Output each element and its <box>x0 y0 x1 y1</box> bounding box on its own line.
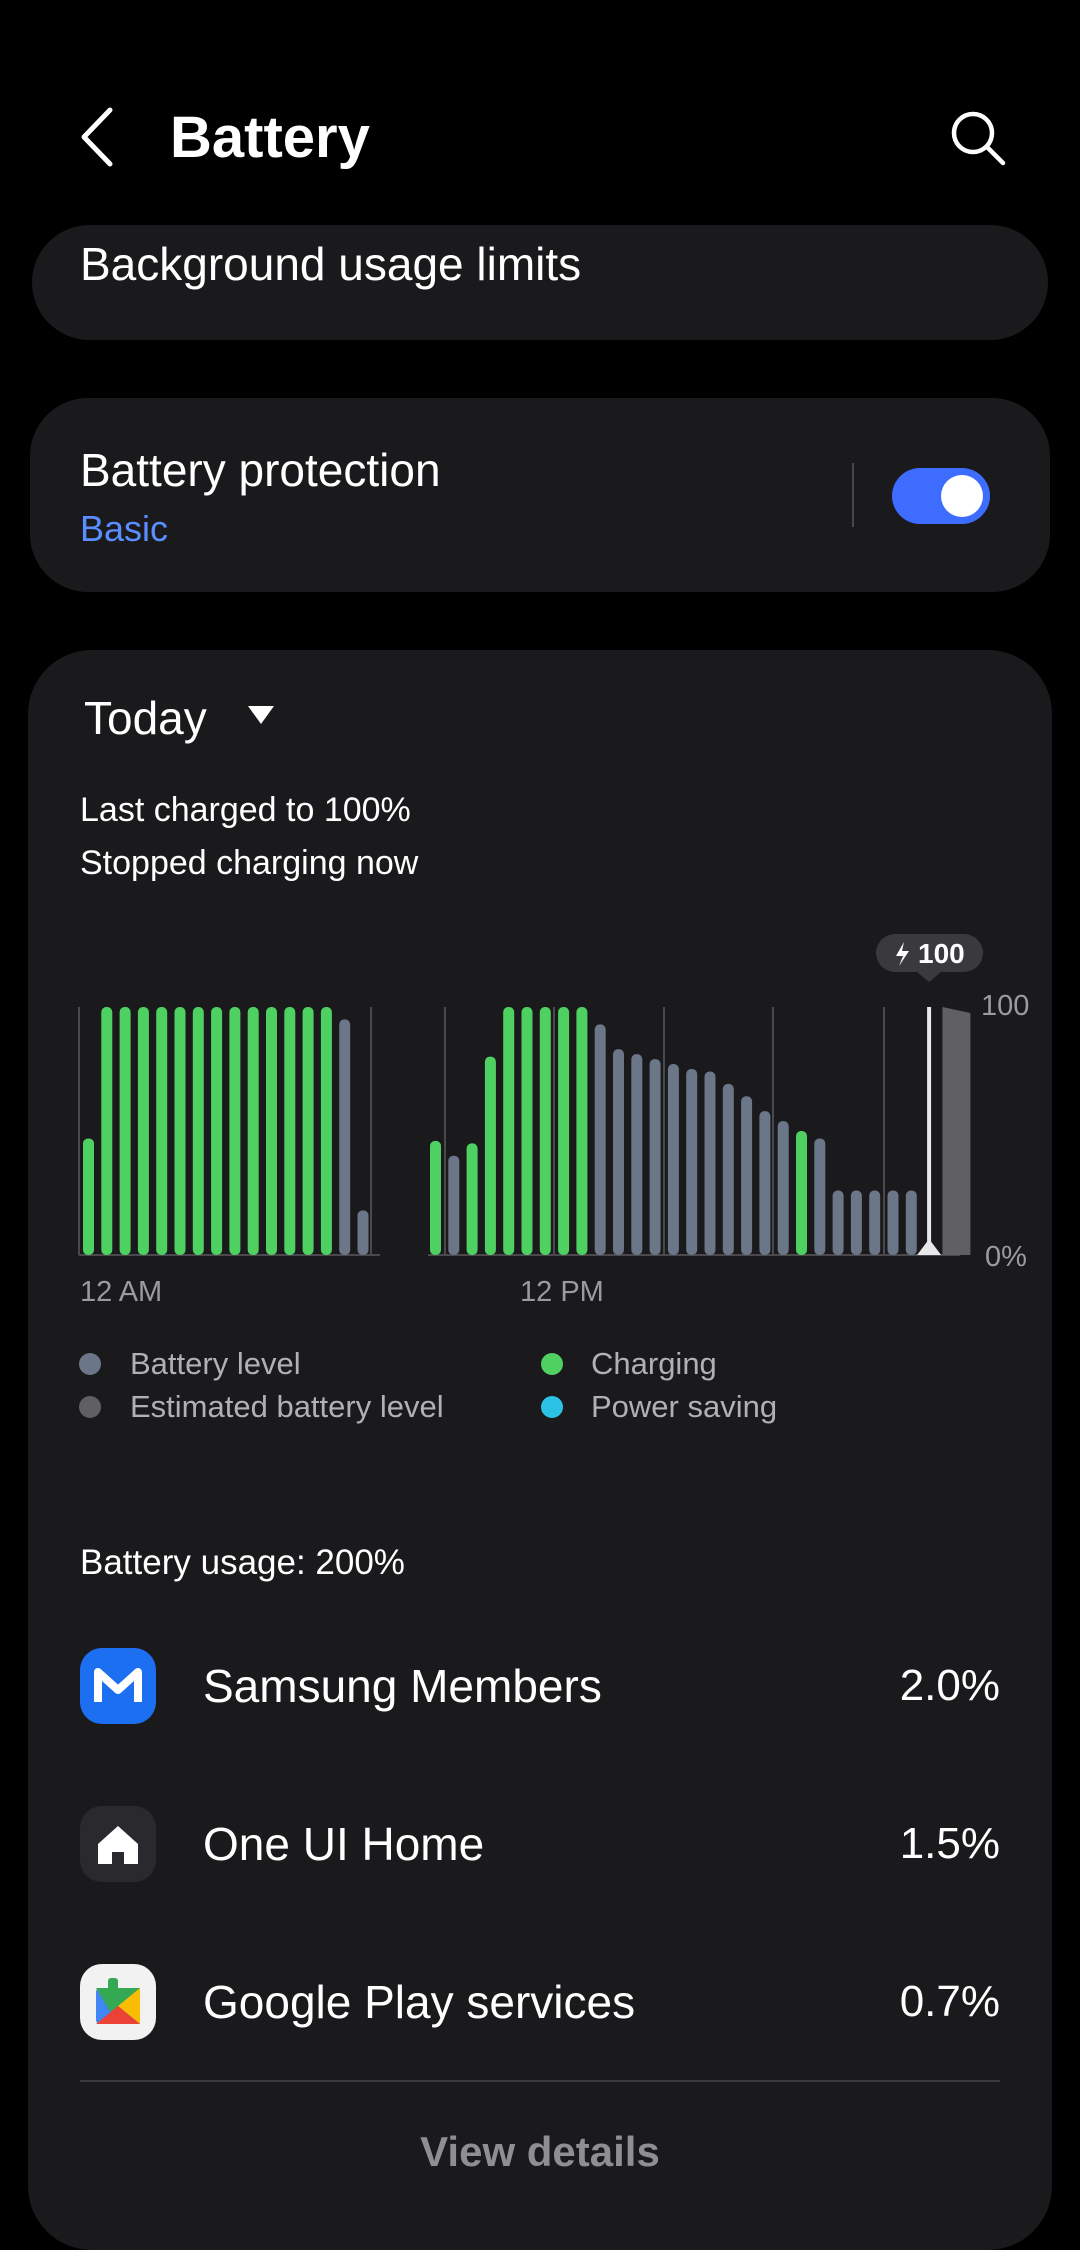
chart-bar <box>777 1121 789 1255</box>
dropdown-caret-icon[interactable] <box>248 706 274 724</box>
battery-level-chart[interactable]: 100 100 0% 12 AM 12 PM <box>0 920 1080 1320</box>
home-icon <box>80 1806 156 1882</box>
view-details-button[interactable]: View details <box>0 2124 1080 2180</box>
chart-bar <box>814 1138 826 1255</box>
chart-bar <box>156 1007 168 1255</box>
chart-bar <box>266 1007 277 1255</box>
chart-bar <box>539 1007 551 1255</box>
chart-bar <box>722 1083 734 1255</box>
chart-bar <box>247 1007 259 1255</box>
search-icon[interactable] <box>948 108 1008 168</box>
background-usage-limits-label: Background usage limits <box>80 238 582 290</box>
chart-bar <box>832 1190 844 1255</box>
chart-bar <box>521 1007 533 1255</box>
chart-bar <box>484 1056 496 1255</box>
legend-estimated-battery-level: Estimated battery level <box>130 1389 444 1424</box>
battery-usage-total: Battery usage: 200% <box>80 1543 405 1582</box>
y-tick-label: 0% <box>985 1241 1027 1273</box>
app-name: One UI Home <box>203 1818 485 1870</box>
legend-dot-power-saving <box>541 1396 563 1418</box>
chart-bar <box>594 1024 606 1255</box>
app-usage-percent: 1.5% <box>899 1819 1000 1868</box>
chart-bar <box>137 1007 149 1255</box>
google-play-services-icon <box>80 1964 156 2040</box>
chart-bar <box>686 1069 698 1255</box>
chart-bar <box>869 1190 881 1255</box>
chart-bar <box>284 1007 296 1255</box>
chart-bar <box>503 1007 515 1255</box>
x-tick-label: 12 PM <box>520 1276 604 1308</box>
divider <box>852 463 854 527</box>
legend-dot-charging <box>541 1353 563 1375</box>
chart-bar <box>649 1059 661 1255</box>
chart-bar <box>119 1007 131 1255</box>
app-name: Google Play services <box>203 1976 636 2028</box>
chart-bar <box>101 1007 113 1255</box>
battery-protection-mode: Basic <box>80 508 169 549</box>
app-usage-percent: 0.7% <box>899 1977 1000 2026</box>
y-tick-label: 100 <box>981 990 1029 1022</box>
samsung-members-icon <box>80 1648 156 1724</box>
app-row-samsung-members[interactable]: Samsung Members 2.0% <box>0 1630 1080 1750</box>
chart-bar <box>302 1007 314 1255</box>
current-level-label: 100 <box>918 938 965 969</box>
toggle-knob <box>941 475 983 517</box>
chart-bar <box>576 1007 588 1255</box>
chart-bar <box>613 1049 624 1255</box>
app-usage-percent: 2.0% <box>899 1661 1000 1710</box>
chart-bar <box>320 1007 332 1255</box>
chart-bar <box>448 1155 460 1255</box>
divider <box>80 2080 1000 2082</box>
chart-bar <box>430 1140 441 1255</box>
battery-protection-title: Battery protection <box>80 444 441 496</box>
chart-bar <box>174 1007 186 1255</box>
estimated-level-area <box>942 1007 971 1255</box>
legend-power-saving: Power saving <box>591 1389 778 1424</box>
page-title: Battery <box>170 105 370 170</box>
chart-bar <box>631 1054 643 1255</box>
chart-bar <box>667 1064 679 1255</box>
chart-bar <box>192 1007 204 1255</box>
chart-bar <box>229 1007 241 1255</box>
chart-bar <box>83 1138 94 1255</box>
chart-bar <box>704 1071 716 1255</box>
x-tick-label: 12 AM <box>80 1276 162 1308</box>
chart-bar <box>850 1190 862 1255</box>
period-dropdown[interactable]: Today <box>84 688 207 748</box>
legend-battery-level: Battery level <box>130 1346 301 1381</box>
chart-bar <box>339 1019 351 1255</box>
chart-bar <box>905 1190 917 1255</box>
current-time-marker-arrow <box>917 1239 942 1255</box>
chart-bar <box>558 1007 570 1255</box>
chart-bar <box>211 1007 223 1255</box>
chart-bar <box>741 1096 753 1255</box>
chart-bar <box>466 1143 478 1255</box>
legend-dot-battery-level <box>79 1353 101 1375</box>
app-name: Samsung Members <box>203 1660 602 1712</box>
app-row-one-ui-home[interactable]: One UI Home 1.5% <box>0 1788 1080 1908</box>
battery-protection-toggle[interactable] <box>892 468 990 524</box>
chart-bar <box>759 1111 771 1255</box>
chevron-left-icon[interactable] <box>70 100 130 175</box>
legend-dot-estimated <box>79 1396 101 1418</box>
current-level-bubble-pointer <box>917 972 941 982</box>
legend-charging: Charging <box>591 1346 717 1381</box>
app-row-google-play-services[interactable]: Google Play services 0.7% <box>0 1946 1080 2066</box>
chart-bar <box>887 1190 899 1255</box>
charging-status-text: Stopped charging now <box>80 844 419 882</box>
chart-bar <box>796 1131 807 1255</box>
last-charged-text: Last charged to 100% <box>80 791 411 829</box>
chart-bar <box>357 1210 369 1255</box>
